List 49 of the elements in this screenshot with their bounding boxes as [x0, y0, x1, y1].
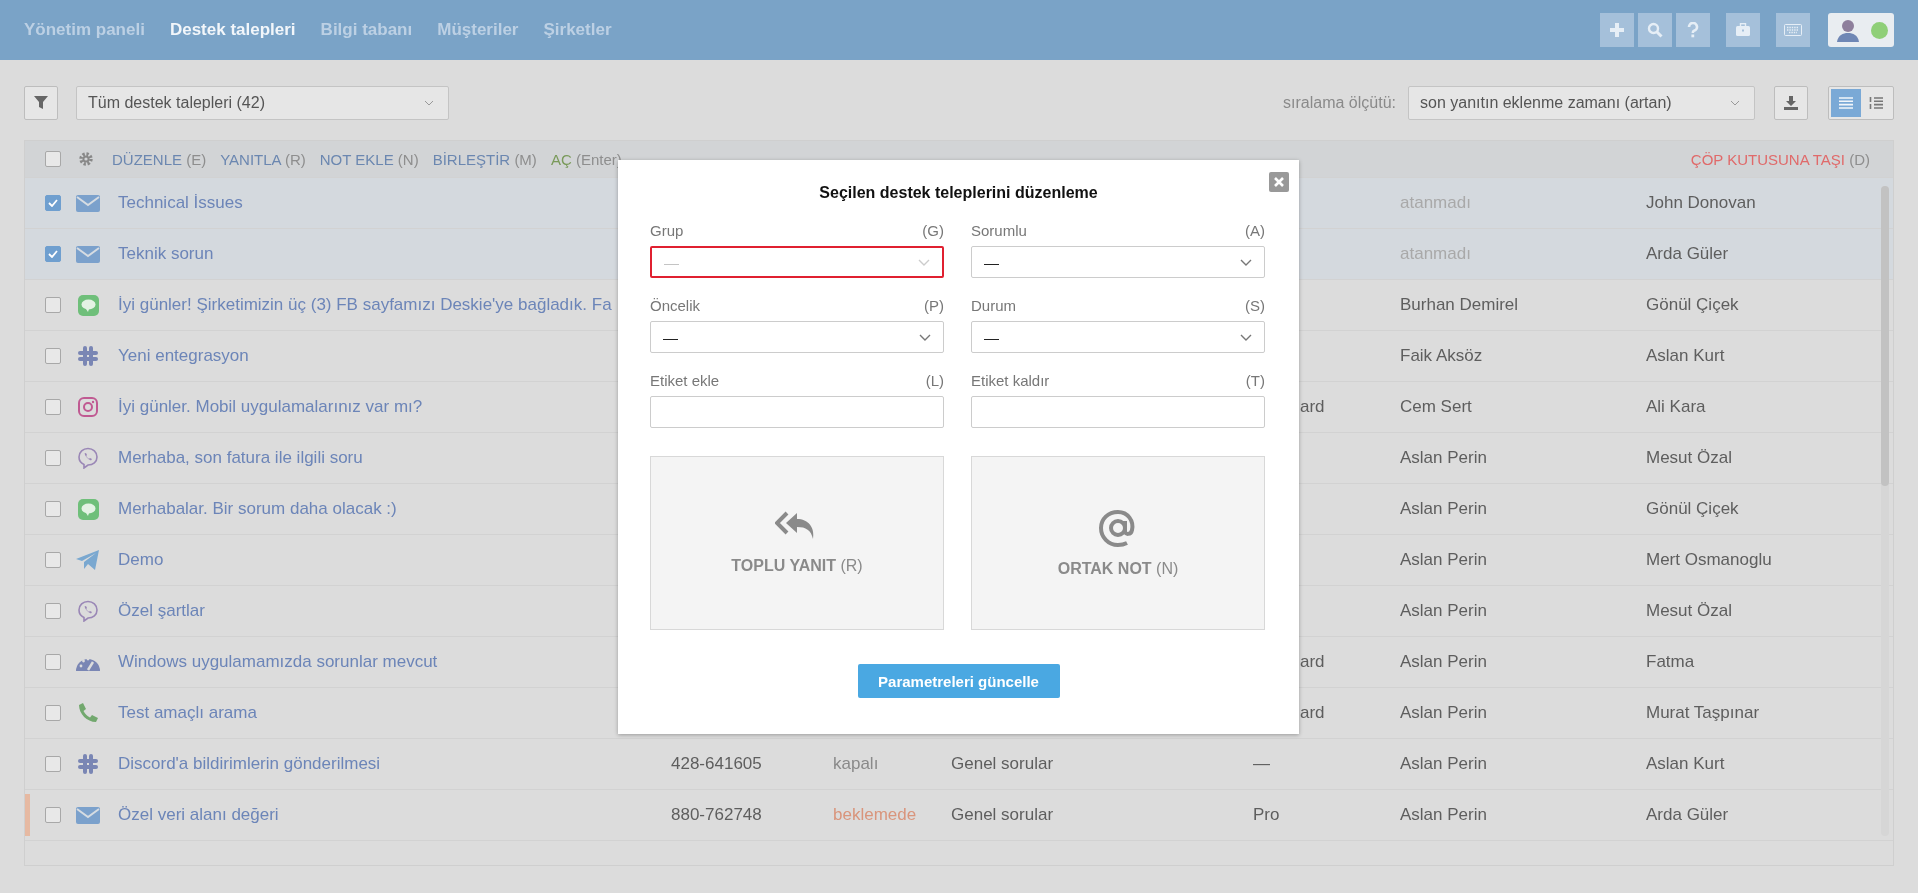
ticket-assignee: Aslan Perin — [1400, 550, 1487, 569]
ticket-group: Genel sorular — [951, 805, 1054, 824]
field-label: Etiket kaldır — [971, 372, 1050, 389]
ticket-customer: Mesut Özal — [1646, 448, 1732, 467]
field-label: Durum — [971, 297, 1016, 314]
ticket-number: 880-762748 — [671, 805, 762, 824]
dialog-title: Seçilen destek teleplerini düzenleme — [818, 184, 1099, 202]
ticket-plan: — — [1253, 754, 1270, 773]
ticket-assignee: Aslan Perin — [1400, 448, 1487, 467]
ticket-assignee: Cem Sert — [1400, 397, 1472, 416]
ticket-number: 428-641605 — [671, 754, 762, 773]
ticket-customer: Arda Güler — [1646, 805, 1729, 824]
ticket-assignee: Aslan Perin — [1400, 601, 1487, 620]
ticket-customer: Gönül Çiçek — [1646, 499, 1739, 518]
ticket-assignee: Faik Aksöz — [1400, 346, 1483, 365]
field-label: Sorumlu — [971, 222, 1027, 239]
field-label: Grup — [650, 222, 684, 239]
ticket-assignee: Aslan Perin — [1400, 805, 1487, 824]
ticket-customer: Mert Osmanoglu — [1646, 550, 1772, 569]
shortcut-label: (T) — [1245, 372, 1265, 389]
ticket-assignee: Aslan Perin — [1400, 703, 1487, 722]
shortcut-label: (S) — [1245, 297, 1265, 314]
ticket-customer: Aslan Kurt — [1646, 754, 1725, 773]
shortcut-label: (L) — [925, 372, 944, 389]
ticket-plan: ard — [1300, 397, 1325, 416]
ticket-assignee: Aslan Perin — [1400, 652, 1487, 671]
shortcut-label: (A) — [1245, 222, 1265, 239]
ticket-customer: Fatma — [1646, 652, 1695, 671]
ticket-assignee: Aslan Perin — [1400, 754, 1487, 773]
sort-label: sıralama ölçütü: — [1283, 94, 1396, 112]
ticket-customer: Mesut Özal — [1646, 601, 1732, 620]
shortcut-label: (P) — [924, 297, 944, 314]
field-label: Etiket ekle — [650, 372, 720, 389]
ticket-plan: ard — [1300, 703, 1325, 722]
shortcut-label: (G) — [922, 222, 944, 239]
ticket-group: Genel sorular — [951, 754, 1054, 773]
ticket-customer: Ali Kara — [1646, 397, 1706, 416]
ticket-status: beklemede — [833, 805, 917, 824]
ticket-customer: Aslan Kurt — [1646, 346, 1725, 365]
ticket-customer: John Donovan — [1646, 193, 1756, 212]
ticket-plan: Pro — [1253, 805, 1280, 824]
ticket-assignee: Aslan Perin — [1400, 499, 1487, 518]
ticket-customer: Arda Güler — [1646, 244, 1729, 263]
ticket-assignee: Burhan Demirel — [1400, 295, 1519, 314]
ticket-status: kapalı — [833, 754, 879, 773]
ticket-customer: Murat Taşpınar — [1646, 703, 1760, 722]
ticket-plan: ard — [1300, 652, 1325, 671]
ticket-customer: Gönül Çiçek — [1646, 295, 1739, 314]
field-label: Öncelik — [650, 297, 701, 314]
